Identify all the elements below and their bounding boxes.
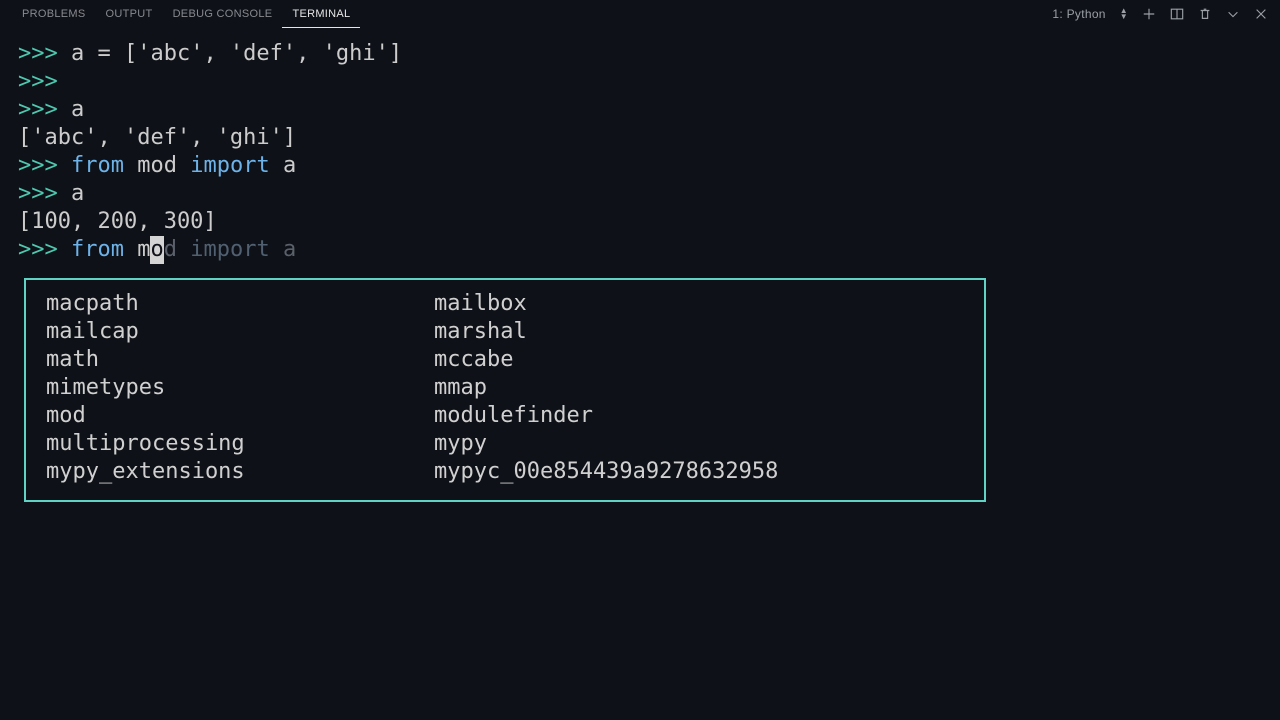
terminal-body[interactable]: >>> a = ['abc', 'def', 'ghi'] >>> >>> a … — [0, 28, 1280, 502]
import-name: a — [283, 153, 296, 178]
trash-icon[interactable] — [1198, 7, 1212, 21]
repl-line: >>> a — [18, 96, 1262, 124]
repl-prompt: >>> — [18, 237, 58, 262]
terminal-selector[interactable]: 1: Python — [1052, 7, 1105, 21]
terminal-cursor: o — [150, 236, 163, 264]
tab-output[interactable]: OUTPUT — [96, 0, 163, 28]
ghost-text: d import a — [164, 237, 296, 262]
tab-debug-console[interactable]: DEBUG CONSOLE — [163, 0, 283, 28]
repl-code: a — [71, 97, 84, 122]
completion-item[interactable]: math — [46, 346, 434, 374]
repl-line: >>> from mod import a — [18, 152, 1262, 180]
terminal-switcher-icon[interactable]: ▲▼ — [1120, 8, 1128, 20]
keyword-from: from — [71, 153, 124, 178]
repl-line: >>> a — [18, 180, 1262, 208]
repl-prompt: >>> — [18, 153, 58, 178]
repl-line: >>> — [18, 68, 1262, 96]
completion-popup[interactable]: macpath mailcap math mimetypes mod multi… — [24, 278, 986, 502]
completion-column: mailbox marshal mccabe mmap modulefinder… — [434, 290, 964, 486]
repl-prompt: >>> — [18, 69, 58, 94]
completion-item[interactable]: mailbox — [434, 290, 964, 318]
completion-item[interactable]: mypyc_00e854439a9278632958 — [434, 458, 964, 486]
tab-problems[interactable]: PROBLEMS — [12, 0, 96, 28]
completion-item[interactable]: mypy_extensions — [46, 458, 434, 486]
panel-toolbar: 1: Python ▲▼ — [1052, 7, 1268, 21]
new-terminal-icon[interactable] — [1142, 7, 1156, 21]
chevron-down-icon[interactable] — [1226, 7, 1240, 21]
keyword-import: import — [190, 153, 269, 178]
close-icon[interactable] — [1254, 7, 1268, 21]
completion-item[interactable]: multiprocessing — [46, 430, 434, 458]
completion-item[interactable]: macpath — [46, 290, 434, 318]
module-name: mod — [137, 153, 177, 178]
repl-prompt: >>> — [18, 181, 58, 206]
repl-code: a = ['abc', 'def', 'ghi'] — [58, 41, 402, 66]
completion-item[interactable]: mailcap — [46, 318, 434, 346]
repl-output: [100, 200, 300] — [18, 208, 1262, 236]
completion-item[interactable]: modulefinder — [434, 402, 964, 430]
completion-item[interactable]: mod — [46, 402, 434, 430]
completion-item[interactable]: mypy — [434, 430, 964, 458]
tab-terminal[interactable]: TERMINAL — [282, 0, 360, 28]
typed-text: m — [137, 237, 150, 262]
repl-output: ['abc', 'def', 'ghi'] — [18, 124, 1262, 152]
keyword-from: from — [71, 237, 124, 262]
panel-tabs: PROBLEMS OUTPUT DEBUG CONSOLE TERMINAL 1… — [0, 0, 1280, 28]
repl-line: >>> a = ['abc', 'def', 'ghi'] — [18, 40, 1262, 68]
completion-item[interactable]: marshal — [434, 318, 964, 346]
completion-item[interactable]: mccabe — [434, 346, 964, 374]
repl-prompt: >>> — [18, 41, 58, 66]
terminal-selector-label: 1: Python — [1052, 7, 1105, 21]
completion-item[interactable]: mimetypes — [46, 374, 434, 402]
completion-column: macpath mailcap math mimetypes mod multi… — [46, 290, 434, 486]
repl-current-line[interactable]: >>> from mod import a — [18, 236, 1262, 264]
repl-code: a — [71, 181, 84, 206]
completion-item[interactable]: mmap — [434, 374, 964, 402]
repl-prompt: >>> — [18, 97, 58, 122]
split-terminal-icon[interactable] — [1170, 7, 1184, 21]
